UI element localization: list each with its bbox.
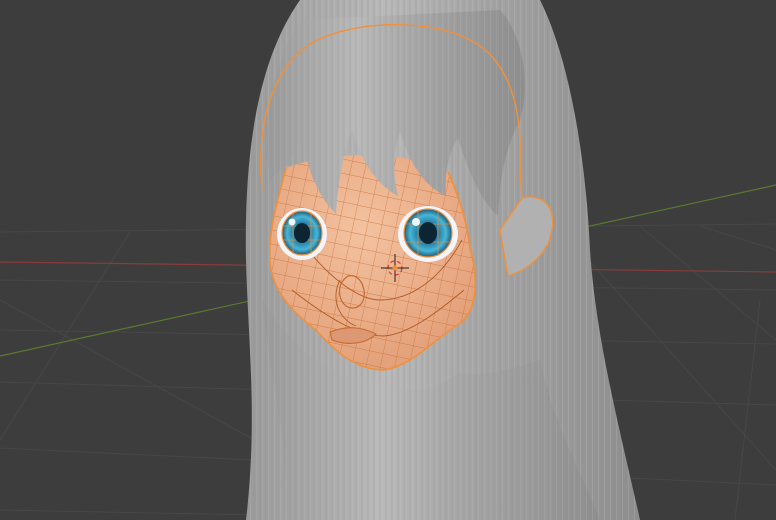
3d-viewport[interactable] bbox=[0, 0, 776, 520]
viewport-canvas[interactable] bbox=[0, 0, 776, 520]
left-eye bbox=[277, 208, 327, 260]
right-eye bbox=[398, 206, 458, 262]
